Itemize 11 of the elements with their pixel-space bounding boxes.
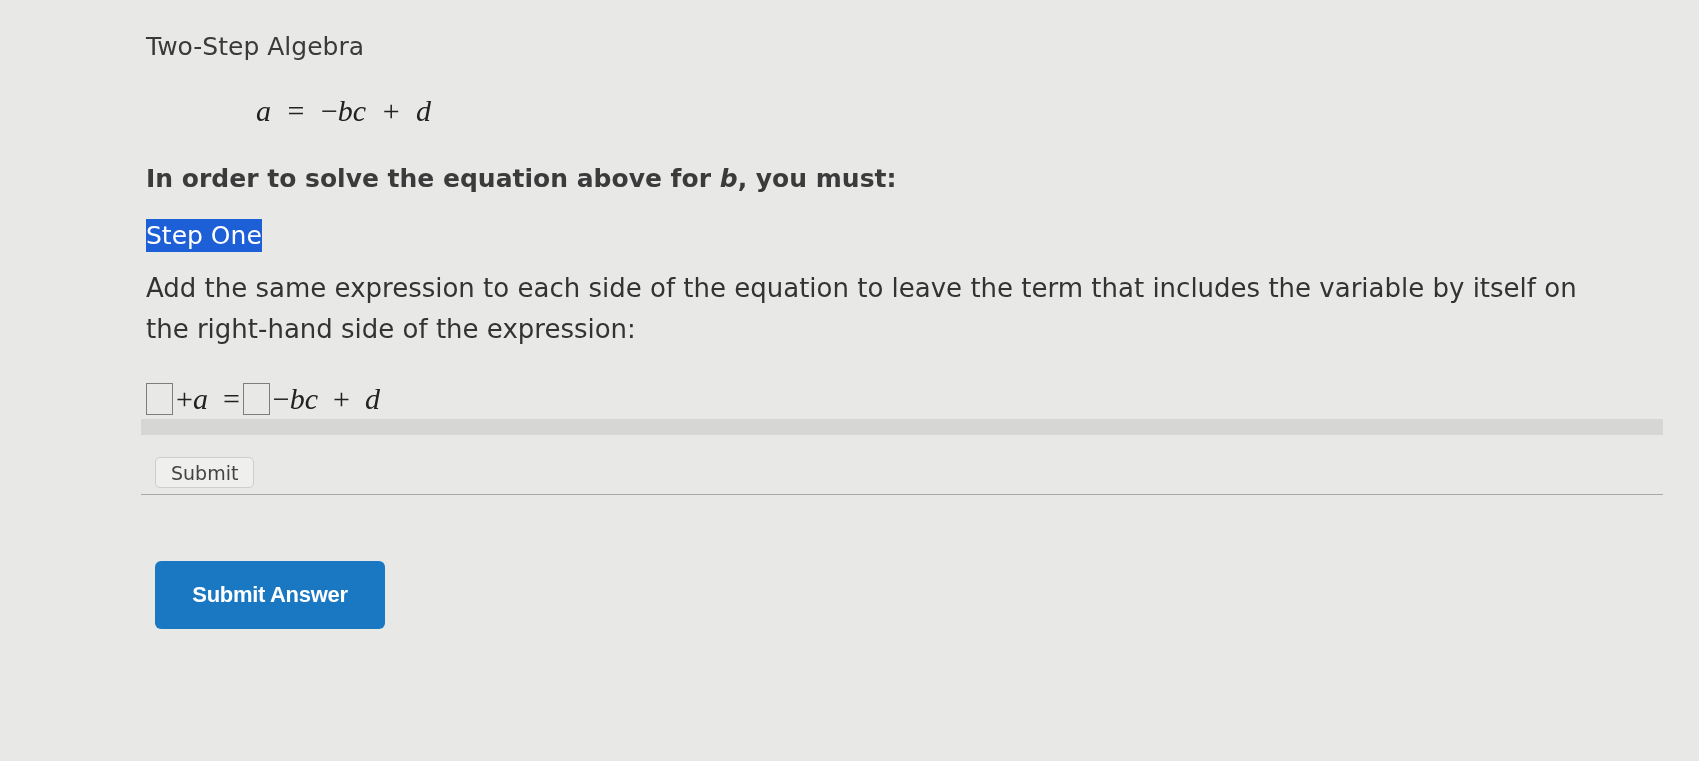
page-title: Two-Step Algebra: [146, 31, 364, 63]
submit-button[interactable]: Submit: [155, 457, 255, 488]
step-heading: Step One: [146, 219, 262, 252]
equation: a = −bc + d: [256, 94, 432, 128]
equation-part: +a =: [176, 382, 240, 416]
equation-part: −bc + d: [272, 382, 380, 416]
instruction-text: In order to solve the equation above for b, you must:: [146, 163, 897, 195]
submit-answer-button[interactable]: Submit Answer: [155, 561, 385, 629]
answer-box[interactable]: [146, 383, 173, 415]
step-instructions: Add the same expression to each side of the equation to leave the term that includes the variable by itself on the right-hand side of the expression:: [146, 272, 1578, 346]
answer-box[interactable]: [242, 383, 270, 415]
